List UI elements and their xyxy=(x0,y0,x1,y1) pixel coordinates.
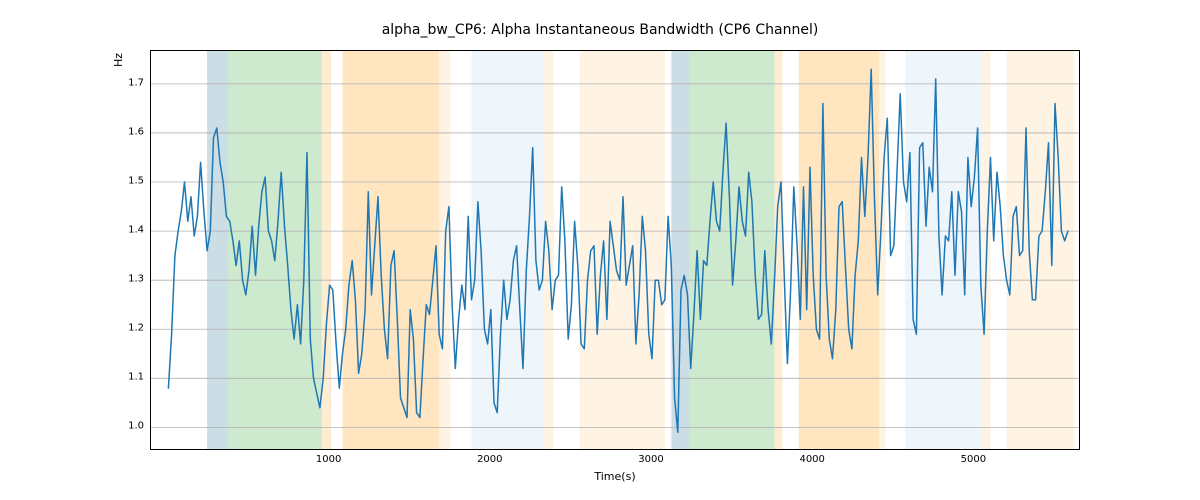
shaded-region xyxy=(228,51,321,449)
shaded-region xyxy=(799,51,880,449)
shaded-region xyxy=(905,51,982,449)
plot-svg xyxy=(151,51,1079,449)
x-axis-label: Time(s) xyxy=(150,470,1080,483)
y-tick: 1.2 xyxy=(114,323,144,334)
y-tick: 1.3 xyxy=(114,274,144,285)
x-tick: 3000 xyxy=(638,454,663,465)
x-tick: 1000 xyxy=(316,454,341,465)
shaded-region xyxy=(342,51,439,449)
y-tick: 1.4 xyxy=(114,225,144,236)
y-tick: 1.6 xyxy=(114,126,144,137)
shaded-region xyxy=(579,51,664,449)
y-tick: 1.5 xyxy=(114,176,144,187)
shaded-region xyxy=(322,51,332,449)
shaded-region xyxy=(1007,51,1075,449)
x-tick: 4000 xyxy=(799,454,824,465)
shaded-region xyxy=(207,51,228,449)
shaded-region xyxy=(471,51,544,449)
x-tick: 5000 xyxy=(961,454,986,465)
chart-title: alpha_bw_CP6: Alpha Instantaneous Bandwi… xyxy=(0,22,1200,38)
y-tick: 1.7 xyxy=(114,77,144,88)
figure: alpha_bw_CP6: Alpha Instantaneous Bandwi… xyxy=(0,0,1200,500)
plot-area xyxy=(150,50,1080,450)
y-tick: 1.0 xyxy=(114,421,144,432)
y-tick: 1.1 xyxy=(114,372,144,383)
x-tick: 2000 xyxy=(477,454,502,465)
